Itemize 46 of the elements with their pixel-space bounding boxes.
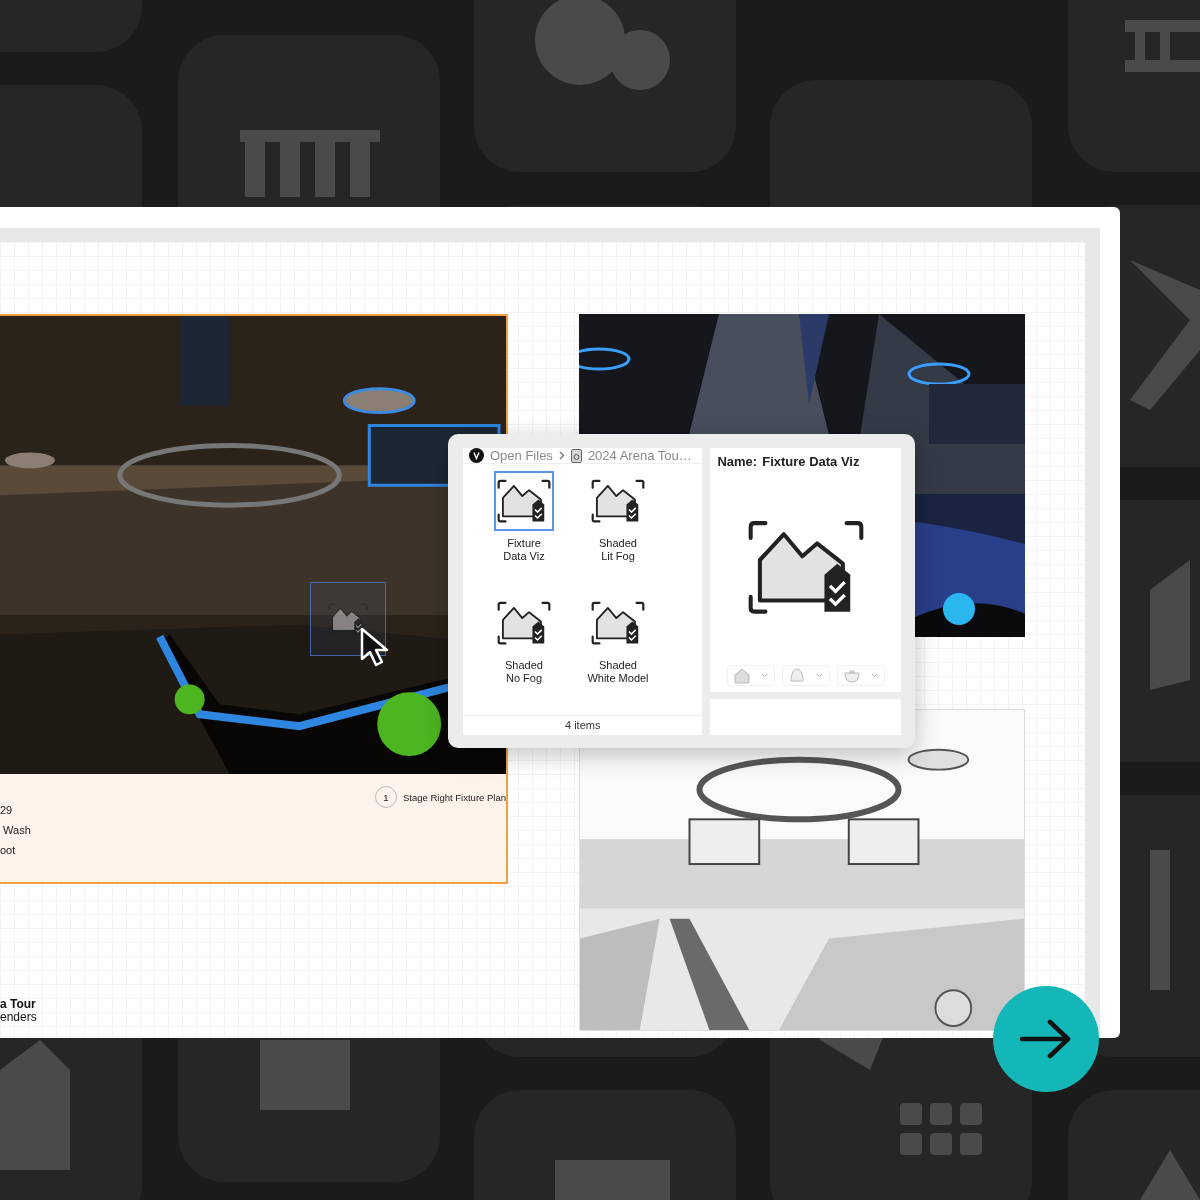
square-icon	[555, 1160, 670, 1200]
teapot-icon	[842, 667, 861, 684]
arrow-icon	[1019, 1019, 1073, 1059]
dragged-preset-icon	[328, 602, 368, 636]
image-preset-icon	[746, 518, 865, 616]
name-label: Name:	[717, 454, 758, 469]
bar-icon	[1150, 850, 1170, 990]
view-label: Shaded No Fog	[505, 659, 543, 685]
box-icon	[1150, 560, 1190, 690]
fence-icon	[240, 130, 380, 197]
image-preset-icon	[591, 478, 645, 524]
view-item[interactable]: Shaded White Model	[572, 593, 664, 715]
view-label: Shaded Lit Fog	[599, 537, 637, 563]
grid-icon	[900, 1103, 982, 1155]
legend-text: oot	[0, 844, 17, 856]
legend-text: Wash	[2, 824, 31, 836]
wrench-icon	[1130, 260, 1200, 410]
image-preset-icon	[497, 478, 551, 524]
fence-icon	[1125, 20, 1200, 72]
gear-icon	[535, 0, 670, 90]
chevron-icon	[558, 451, 565, 460]
view-item[interactable]: Shaded No Fog	[478, 593, 570, 715]
image-preset-icon	[497, 600, 551, 646]
view-label: Fixture Data Viz	[503, 537, 545, 563]
caret-icon	[871, 673, 879, 678]
drawing-subtitle: enders	[0, 1011, 38, 1024]
view-name: Fixture Data Viz	[762, 454, 860, 469]
view-label: Shaded White Model	[587, 659, 649, 685]
file-icon	[0, 1040, 70, 1170]
drawing-title: a Tour	[0, 998, 37, 1011]
item-count: 4 items	[463, 715, 703, 735]
legend-text: 29	[0, 804, 14, 816]
triangle-icon	[1140, 1150, 1200, 1200]
caret-icon	[816, 673, 824, 678]
door-icon	[260, 1040, 350, 1110]
view-item[interactable]: Fixture Data Viz	[478, 471, 570, 593]
image-preset-icon	[591, 600, 645, 646]
egg-icon	[787, 667, 806, 684]
view-thumbnail[interactable]	[494, 471, 554, 531]
view-item[interactable]: Shaded Lit Fog	[572, 471, 664, 593]
house-icon	[732, 667, 751, 684]
breadcrumb-link[interactable]: Open Files	[490, 448, 553, 463]
caret-icon	[761, 673, 769, 678]
breadcrumb-link[interactable]: 2024 Arena Tou…	[587, 448, 692, 463]
viewport-caption: Stage Right Fixture Plan	[403, 791, 506, 803]
file-icon	[570, 448, 582, 463]
